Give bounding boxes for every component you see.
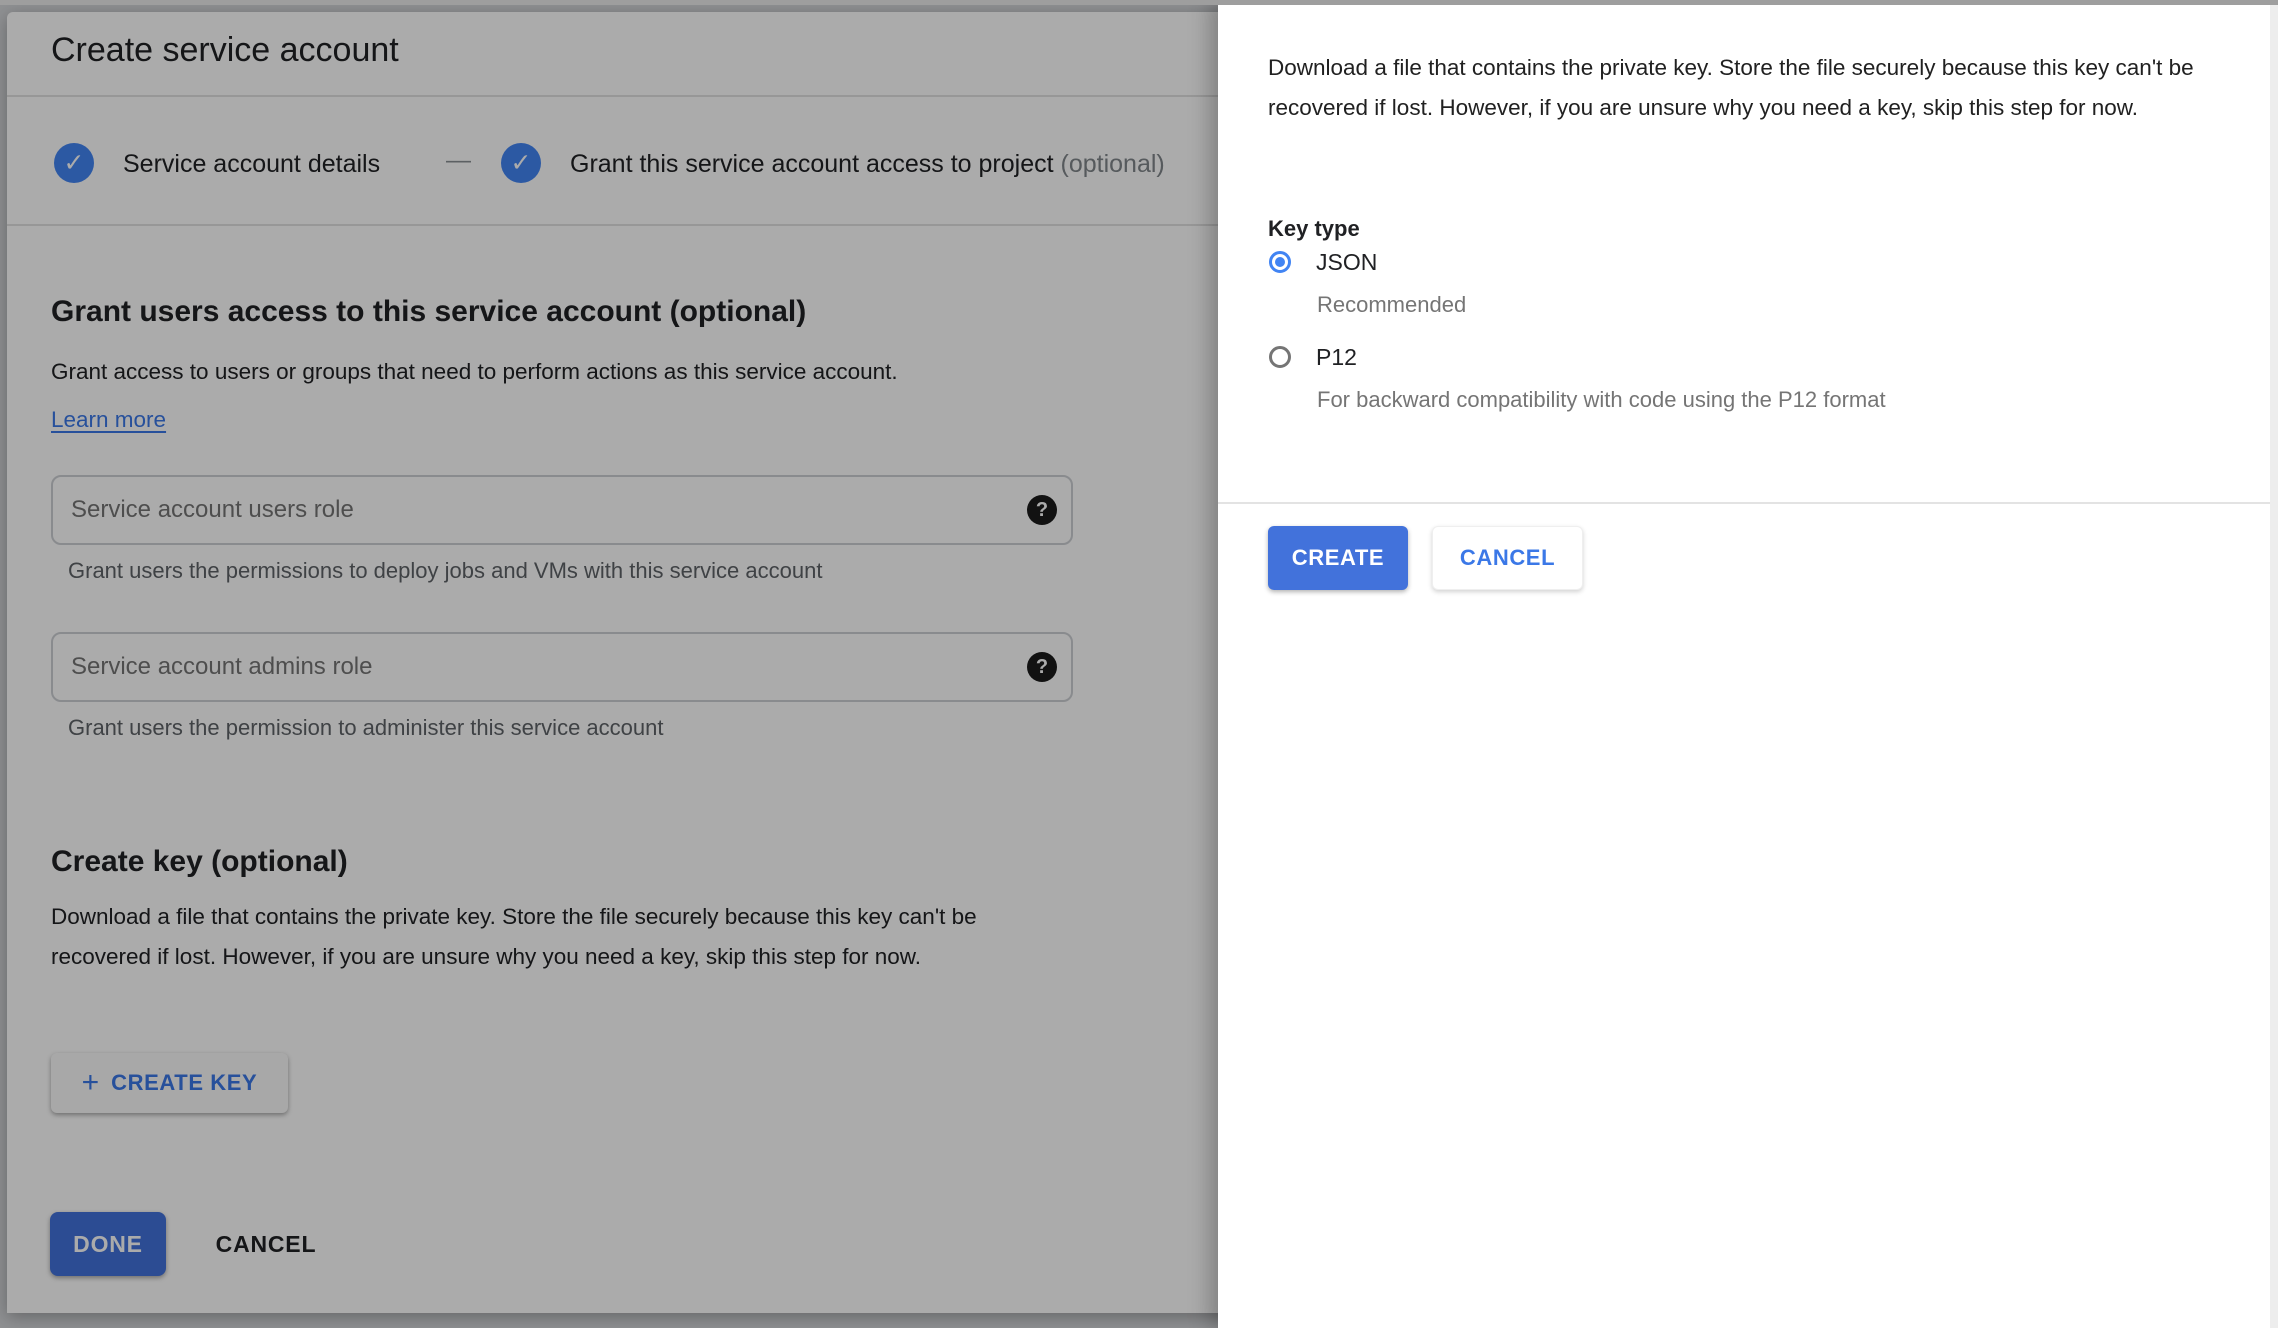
window-top-edge	[0, 0, 2278, 5]
radio-selected-icon[interactable]	[1269, 251, 1291, 273]
panel-footer-divider	[1218, 502, 2278, 504]
key-type-label: Key type	[1268, 216, 1360, 242]
create-button[interactable]: CREATE	[1268, 526, 1408, 590]
key-type-option-p12[interactable]: P12	[1269, 343, 1357, 371]
key-type-option-json[interactable]: JSON	[1269, 248, 1377, 276]
json-option-description: Recommended	[1317, 290, 1466, 320]
key-type-json-label[interactable]: JSON	[1316, 249, 1377, 276]
key-panel-description: Download a file that contains the privat…	[1268, 48, 2268, 128]
modal-scrim	[0, 0, 1218, 1328]
create-key-panel: Download a file that contains the privat…	[1218, 0, 2278, 1328]
radio-unselected-icon[interactable]	[1269, 346, 1291, 368]
key-type-p12-label[interactable]: P12	[1316, 344, 1357, 371]
panel-cancel-button[interactable]: CANCEL	[1432, 526, 1583, 590]
scrollbar-gutter[interactable]	[2270, 5, 2278, 1328]
p12-option-description: For backward compatibility with code usi…	[1317, 385, 1886, 415]
create-service-account-screen: Create service account ✓ Service account…	[0, 0, 2278, 1328]
